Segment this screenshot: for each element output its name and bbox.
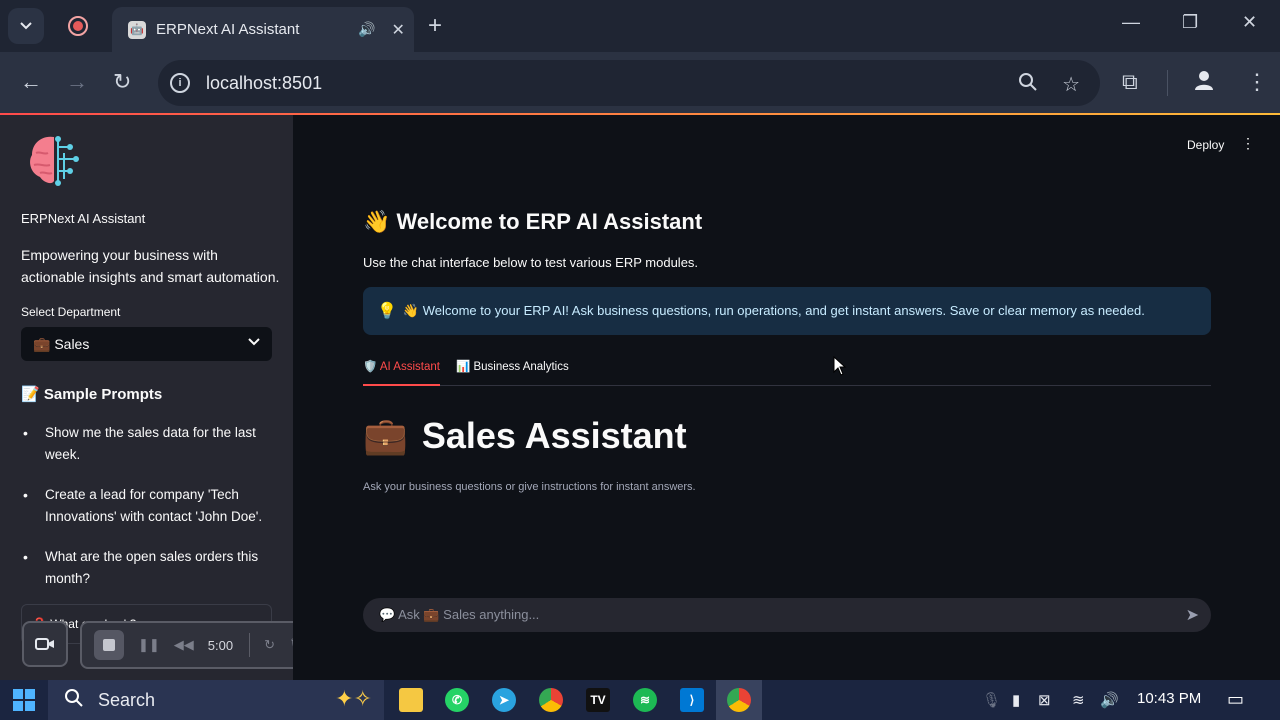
sidebar: ERPNext AI Assistant Empowering your bus… <box>0 115 293 680</box>
close-icon[interactable]: ✕ <box>391 20 404 40</box>
sparkle-icon: ✦✧ <box>335 686 372 711</box>
new-tab-icon[interactable]: + <box>428 12 442 40</box>
minimize-icon[interactable]: — <box>1122 12 1140 33</box>
spotify-icon[interactable]: ≋ <box>633 688 657 712</box>
send-icon[interactable]: ➤ <box>1186 605 1199 625</box>
search-icon <box>64 688 84 713</box>
department-select[interactable]: 💼 Sales <box>21 327 272 361</box>
back-icon[interactable]: ← <box>20 69 42 95</box>
chrome-active-icon[interactable] <box>727 688 751 712</box>
wifi-icon[interactable]: ≋ <box>1072 691 1085 709</box>
audio-icon[interactable]: 🔊 <box>358 21 375 38</box>
reload-icon[interactable]: ↻ <box>113 69 131 95</box>
rewind-icon[interactable]: ◀◀ <box>174 637 194 653</box>
taskbar-search[interactable]: Search ✦✧ <box>48 680 384 720</box>
recorder-time: 5:00 <box>207 637 234 653</box>
windows-taskbar: Search ✦✧ ✆ ➤ TV ≋ ⟩ 🎙 ▮ ⊠ ≋ 🔊 10:43 PM … <box>0 680 1280 720</box>
chat-placeholder: 💬 Ask 💼 Sales anything... <box>379 607 540 622</box>
recorder-divider <box>249 633 251 657</box>
sample-prompts-list: Show me the sales data for the last week… <box>21 422 281 608</box>
kebab-menu-icon[interactable]: ⋮ <box>1241 135 1255 152</box>
network-off-icon[interactable]: ⊠ <box>1038 691 1051 709</box>
tab-ai-assistant[interactable]: 🛡️ AI Assistant <box>363 351 440 386</box>
welcome-title: 👋 Welcome to ERP AI Assistant <box>363 209 703 234</box>
restart-icon[interactable]: ↻ <box>264 637 275 653</box>
microphone-icon[interactable]: 🎙 <box>982 691 1001 709</box>
zoom-icon[interactable] <box>1018 72 1038 98</box>
welcome-subtitle: Use the chat interface below to test var… <box>363 255 699 270</box>
info-icon[interactable]: i <box>170 73 190 93</box>
list-item: Create a lead for company 'Tech Innovati… <box>21 484 281 528</box>
tab-search-icon[interactable] <box>8 8 44 44</box>
taskbar-clock[interactable]: 10:43 PM <box>1137 690 1201 707</box>
sample-prompts-heading: 📝 Sample Prompts <box>21 386 163 403</box>
info-text: 👋 Welcome to your ERP AI! Ask business q… <box>402 303 1145 318</box>
brain-circuit-logo-icon <box>26 131 84 189</box>
chevron-down-icon <box>248 335 260 349</box>
lightbulb-icon: 💡 <box>377 303 397 320</box>
briefcase-icon: 💼 <box>363 415 408 456</box>
list-item: Show me the sales data for the last week… <box>21 422 281 466</box>
pause-icon[interactable]: ❚❚ <box>138 637 160 653</box>
restore-icon[interactable]: ❐ <box>1182 12 1198 33</box>
browser-toolbar: ← → ↻ i localhost:8501 ☆ ⧉ ⋮ <box>0 52 1280 113</box>
windows-start-icon[interactable] <box>13 689 35 711</box>
search-label: Search <box>98 689 156 710</box>
tab-business-analytics[interactable]: 📊 Business Analytics <box>456 351 569 386</box>
menu-icon[interactable]: ⋮ <box>1246 69 1268 95</box>
list-item: What are the open sales orders this mont… <box>21 546 281 590</box>
app-name: ERPNext AI Assistant <box>21 211 146 226</box>
assistant-title-text: Sales Assistant <box>421 415 687 456</box>
recorder-controls: ❚❚ ◀◀ 5:00 ↻ 🗑 <box>80 621 313 669</box>
department-label: Select Department <box>21 305 121 319</box>
address-bar[interactable]: i localhost:8501 ☆ <box>158 60 1100 106</box>
main-content: Deploy ⋮ 👋 Welcome to ERP AI Assistant U… <box>293 115 1280 680</box>
file-explorer-icon[interactable] <box>399 688 423 712</box>
department-value: 💼 Sales <box>33 335 90 352</box>
browser-tab-bar: 🤖 ERPNext AI Assistant 🔊 ✕ + — ❐ ✕ <box>0 0 1280 52</box>
info-callout: 💡 👋 Welcome to your ERP AI! Ask business… <box>363 287 1211 335</box>
browser-tab[interactable]: 🤖 ERPNext AI Assistant 🔊 ✕ <box>112 7 414 52</box>
battery-icon[interactable]: ▮ <box>1012 691 1020 709</box>
stop-icon[interactable] <box>94 630 124 660</box>
extensions-icon[interactable]: ⧉ <box>1122 69 1138 95</box>
record-icon[interactable] <box>68 16 88 36</box>
telegram-icon[interactable]: ➤ <box>492 688 516 712</box>
toolbar-divider <box>1167 70 1168 96</box>
robot-favicon-icon: 🤖 <box>128 20 146 39</box>
star-icon[interactable]: ☆ <box>1062 72 1080 97</box>
camera-icon[interactable] <box>22 621 68 667</box>
forward-icon[interactable]: → <box>66 69 88 95</box>
tab-title: ERPNext AI Assistant <box>156 21 300 38</box>
window-close-icon[interactable]: ✕ <box>1242 12 1257 33</box>
page-title: 💼 Sales Assistant <box>363 415 687 457</box>
notification-icon[interactable]: ▭ <box>1227 689 1244 710</box>
chat-input[interactable]: 💬 Ask 💼 Sales anything... ➤ <box>363 598 1211 632</box>
profile-icon[interactable] <box>1193 69 1215 97</box>
tradingview-icon[interactable]: TV <box>586 688 610 712</box>
assistant-subtitle: Ask your business questions or give inst… <box>363 481 696 493</box>
chrome-icon[interactable] <box>539 688 563 712</box>
whatsapp-icon[interactable]: ✆ <box>445 688 469 712</box>
tagline: Empowering your business with actionable… <box>21 247 280 285</box>
vscode-icon[interactable]: ⟩ <box>680 688 704 712</box>
content-tabs: 🛡️ AI Assistant 📊 Business Analytics <box>363 351 1211 386</box>
deploy-button[interactable]: Deploy <box>1187 138 1224 152</box>
url-text[interactable]: localhost:8501 <box>206 73 322 94</box>
volume-icon[interactable]: 🔊 <box>1100 691 1119 709</box>
